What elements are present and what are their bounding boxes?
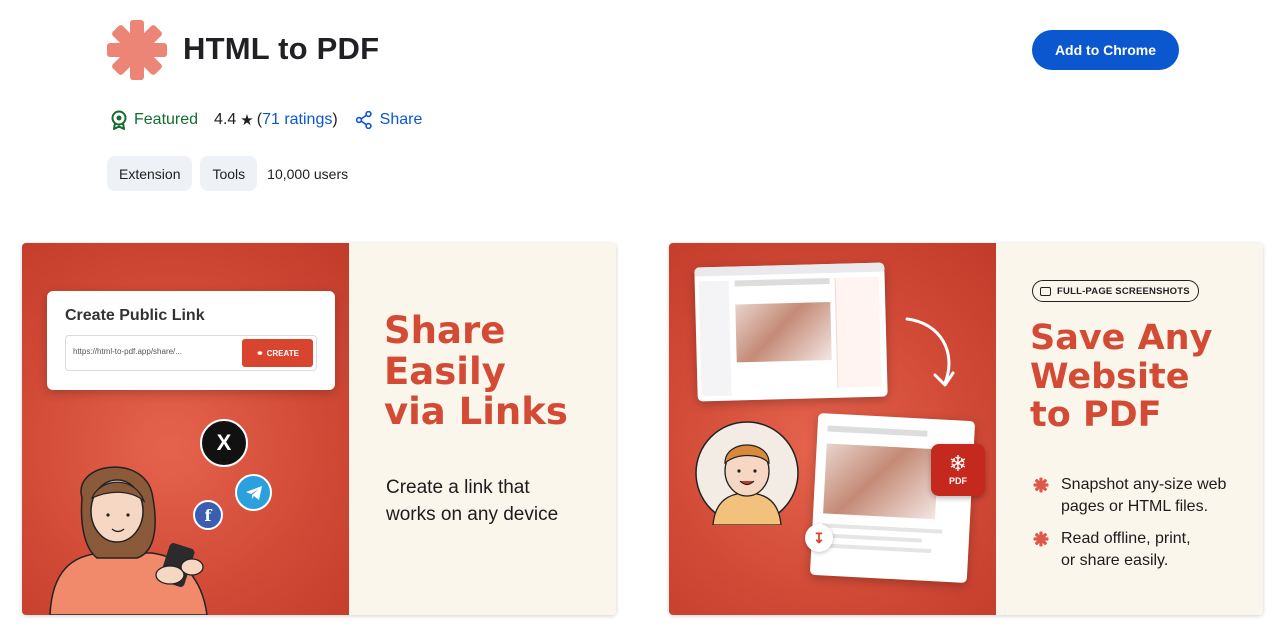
badge-label: FULL-PAGE SCREENSHOTS (1057, 285, 1190, 297)
create-link-button: ⚭ CREATE (242, 339, 313, 367)
bullet-text: Read offline, print, or share easily. (1061, 528, 1191, 572)
promo1-text-panel: Share Easily via Links Create a link tha… (349, 243, 616, 615)
asterisk-bullet-icon (1033, 531, 1049, 547)
bullet1-line1: Snapshot any-size web (1061, 476, 1227, 493)
featured-badge: Featured (110, 110, 198, 130)
telegram-plane-icon (245, 485, 262, 500)
acrobat-glyph-icon: ❄ (948, 452, 968, 477)
promo1-headline-line2: Easily (384, 349, 506, 393)
browser-right-panel (834, 276, 882, 388)
promo1-headline-line1: Share (384, 309, 506, 352)
share-url-text: https://html-to-pdf.app/share/... (73, 347, 182, 356)
promo2-headline-line1: Save Any (1030, 318, 1213, 358)
chip-tools[interactable]: Tools (200, 156, 258, 191)
chip-extension[interactable]: Extension (107, 156, 193, 191)
promo2-text-panel: FULL-PAGE SCREENSHOTS Save Any Website t… (996, 243, 1263, 615)
telegram-icon (235, 474, 272, 511)
create-link-title: Create Public Link (65, 307, 205, 324)
link-icon: ⚭ (256, 347, 264, 358)
doc-title-bar (827, 425, 928, 437)
doc-line-2 (821, 533, 922, 543)
bullet-item: Read offline, print, or share easily. (1033, 528, 1253, 572)
asterisk-bullet-icon (1033, 477, 1049, 493)
promo1-sub-line1: Create a link that (386, 477, 530, 498)
category-chips: Extension Tools 10,000 users (107, 156, 348, 191)
pdf-file-icon: ❄ PDF (931, 444, 985, 496)
screenshot-icon (1040, 286, 1051, 296)
share-icon (355, 111, 372, 129)
browser-sidebar (698, 280, 732, 397)
bullet2-line1: Read offline, print, (1061, 530, 1191, 547)
bullet1-line2: pages or HTML files. (1061, 498, 1209, 515)
download-circle-icon: ↧ (805, 524, 833, 552)
promo2-headline-line3: to PDF (1030, 395, 1162, 435)
browser-tab-bar (694, 262, 885, 277)
pdf-label: PDF (949, 476, 967, 486)
promo1-subtext: Create a link that works on any device (386, 474, 558, 528)
curved-arrow-icon (905, 317, 955, 387)
extension-logo-icon (107, 20, 167, 80)
rating-value: 4.4 (214, 111, 237, 128)
star-icon: ★ (240, 112, 254, 129)
woman-with-phone-illustration (49, 466, 208, 615)
promo1-headline-line3: via Links (384, 390, 568, 434)
promo1-illustration: Create Public Link https://html-to-pdf.a… (22, 243, 349, 615)
screenshot-share-links[interactable]: Create Public Link https://html-to-pdf.a… (22, 243, 616, 615)
promo2-illustration: ❄ PDF ↧ (669, 243, 996, 615)
post-photo (735, 301, 832, 363)
user-count: 10,000 users (267, 165, 349, 182)
share-label: Share (379, 111, 423, 128)
full-page-screenshots-badge: FULL-PAGE SCREENSHOTS (1032, 280, 1199, 302)
featured-label: Featured (134, 111, 199, 128)
share-url-field: https://html-to-pdf.app/share/... ⚭ CREA… (65, 335, 317, 371)
create-public-link-card: Create Public Link https://html-to-pdf.a… (47, 291, 335, 390)
extension-meta-row: Featured 4.4 ★ (71 ratings) Share (110, 108, 422, 132)
bullet2-line2: or share easily. (1061, 552, 1169, 569)
facebook-icon: f (193, 500, 223, 530)
extension-title: HTML to PDF (183, 31, 380, 66)
bullet-item: Snapshot any-size web pages or HTML file… (1033, 474, 1253, 518)
promo1-headline: Share Easily via Links (384, 309, 568, 434)
doc-photo (823, 443, 939, 520)
share-button[interactable]: Share (355, 111, 423, 129)
featured-ribbon-icon (111, 110, 127, 130)
x-social-icon: X (200, 419, 248, 467)
promo2-headline-line2: Website (1030, 356, 1190, 397)
extension-detail-page: HTML to PDF Add to Chrome Featured 4.4 ★… (0, 0, 1278, 631)
create-label: CREATE (266, 348, 299, 358)
rating-summary: 4.4 ★ (71 ratings) (214, 111, 338, 129)
promo1-sub-line2: works on any device (386, 504, 559, 525)
doc-line-3 (821, 543, 932, 554)
bullet-text: Snapshot any-size web pages or HTML file… (1061, 474, 1226, 518)
doc-line-1 (822, 523, 943, 534)
man-avatar-illustration (695, 421, 799, 525)
post-title-bar (734, 277, 830, 287)
promo2-headline: Save Any Website to PDF (1030, 319, 1212, 435)
rating-paren-close: ) (332, 111, 338, 128)
browser-window-thumbnail (694, 262, 888, 402)
ratings-link[interactable]: 71 ratings (262, 111, 332, 129)
screenshot-save-to-pdf[interactable]: ❄ PDF ↧ FULL-PAGE SCREENSHOTS Save Any W… (669, 243, 1263, 615)
add-to-chrome-button[interactable]: Add to Chrome (1032, 30, 1179, 70)
promo2-bullets: Snapshot any-size web pages or HTML file… (1033, 474, 1253, 582)
pdf-document-thumbnail (809, 413, 976, 583)
